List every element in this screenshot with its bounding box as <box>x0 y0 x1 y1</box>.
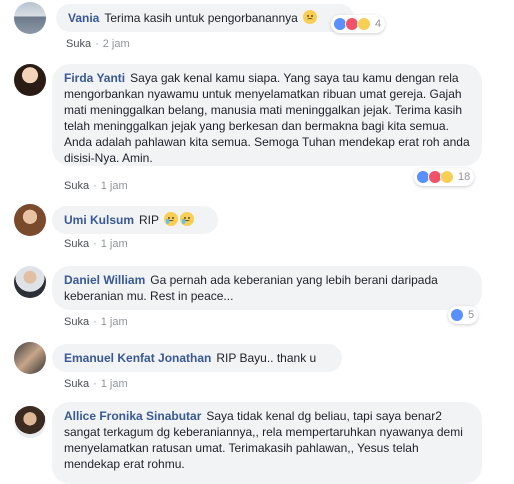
comment-text: RIP <box>139 213 159 227</box>
sad-reaction-icon <box>440 170 454 184</box>
comment-meta: Suka · 1 jam <box>64 378 128 390</box>
comment-item: Firda Yanti Saya gak kenal kamu siapa. Ya… <box>0 60 514 200</box>
comment-meta: Suka · 2 jam <box>66 38 130 50</box>
timestamp[interactable]: 1 jam <box>101 238 128 250</box>
comment-bubble: Emanuel Kenfat Jonathan RIP Bayu.. thank … <box>52 344 342 372</box>
reaction-count: 18 <box>458 171 471 183</box>
comment-item: Vania Terima kasih untuk pengorbanannya 4… <box>0 0 514 60</box>
reaction-count: 5 <box>468 309 475 321</box>
comment-meta: Suka · 1 jam <box>64 316 128 328</box>
comment-bubble: Allice Fronika Sinabutar Saya tidak kenal… <box>52 402 482 484</box>
reaction-count: 4 <box>375 18 382 30</box>
comment-bubble: Firda Yanti Saya gak kenal kamu siapa. Ya… <box>52 64 482 166</box>
comment-text: RIP Bayu.. thank u <box>216 351 317 365</box>
like-link[interactable]: Suka <box>64 180 89 192</box>
comment-meta: Suka · 1 jam <box>64 180 128 192</box>
reaction-summary[interactable]: 5 <box>448 306 479 324</box>
avatar[interactable] <box>14 64 46 96</box>
avatar[interactable] <box>14 342 46 374</box>
comment-item: Umi Kulsum RIP Suka · 1 jam <box>0 200 514 260</box>
timestamp[interactable]: 1 jam <box>101 316 128 328</box>
like-link[interactable]: Suka <box>64 316 89 328</box>
comment-item: Daniel William Ga pernah ada keberanian y… <box>0 260 514 338</box>
comment-author[interactable]: Daniel William <box>64 273 145 287</box>
like-reaction-icon <box>450 308 464 322</box>
like-link[interactable]: Suka <box>64 238 89 250</box>
timestamp[interactable]: 1 jam <box>101 180 128 192</box>
reaction-summary[interactable]: 4 <box>331 15 386 33</box>
crying-emoji-icon <box>180 212 195 226</box>
avatar[interactable] <box>14 2 46 34</box>
comment-author[interactable]: Allice Fronika Sinabutar <box>64 409 201 423</box>
avatar[interactable] <box>14 266 46 298</box>
sad-reaction-icon <box>357 17 371 31</box>
sad-emoji-icon <box>303 10 318 24</box>
avatar[interactable] <box>14 204 46 236</box>
like-link[interactable]: Suka <box>64 378 89 390</box>
timestamp[interactable]: 2 jam <box>103 38 130 50</box>
reaction-summary[interactable]: 18 <box>414 168 475 186</box>
comment-item: Emanuel Kenfat Jonathan RIP Bayu.. thank … <box>0 338 514 398</box>
comment-text: Saya gak kenal kamu siapa. Yang saya tau… <box>64 71 470 165</box>
like-link[interactable]: Suka <box>66 38 91 50</box>
comment-bubble: Daniel William Ga pernah ada keberanian y… <box>52 266 482 310</box>
crying-emoji-icon <box>164 212 179 226</box>
comment-author[interactable]: Vania <box>68 11 99 25</box>
comment-author[interactable]: Umi Kulsum <box>64 213 134 227</box>
comment-bubble: Vania Terima kasih untuk pengorbanannya <box>56 4 354 32</box>
comment-item: Allice Fronika Sinabutar Saya tidak kenal… <box>0 398 514 484</box>
comment-text: Terima kasih untuk pengorbanannya <box>104 11 298 25</box>
comment-meta: Suka · 1 jam <box>64 238 128 250</box>
avatar[interactable] <box>14 406 46 438</box>
timestamp[interactable]: 1 jam <box>101 378 128 390</box>
comment-bubble: Umi Kulsum RIP <box>52 206 218 234</box>
comment-author[interactable]: Emanuel Kenfat Jonathan <box>64 351 211 365</box>
comment-author[interactable]: Firda Yanti <box>64 71 125 85</box>
